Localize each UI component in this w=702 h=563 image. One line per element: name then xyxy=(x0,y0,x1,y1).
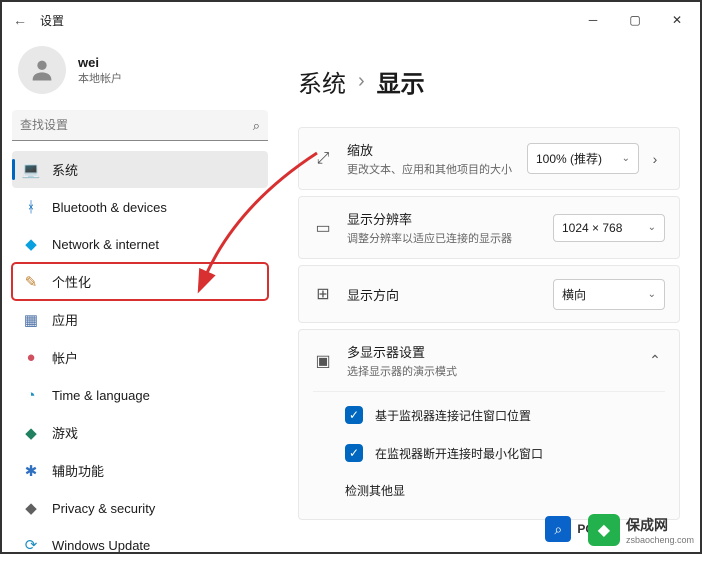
sidebar-item-3[interactable]: ✎ 个性化 xyxy=(12,263,268,300)
avatar xyxy=(18,46,66,94)
sidebar-item-4[interactable]: ▦ 应用 xyxy=(12,301,268,338)
nav-label: Windows Update xyxy=(52,538,150,553)
nav-icon: ◆ xyxy=(22,499,40,517)
nav-label: Privacy & security xyxy=(52,501,155,516)
nav-icon: ◆ xyxy=(22,235,40,253)
orientation-icon: ⊞ xyxy=(313,284,333,304)
multi-sub: 选择显示器的演示模式 xyxy=(347,363,631,379)
person-icon xyxy=(28,56,56,84)
nav-label: 辅助功能 xyxy=(52,461,104,480)
search-input[interactable] xyxy=(12,110,268,141)
nav-icon: ✱ xyxy=(22,462,40,480)
minimize-button[interactable]: ─ xyxy=(572,4,614,36)
search-container: ⌕ xyxy=(12,110,268,141)
nav-label: 个性化 xyxy=(52,272,91,291)
scale-sub: 更改文本、应用和其他项目的大小 xyxy=(347,161,513,177)
nav-label: 帐户 xyxy=(52,348,78,367)
resolution-card[interactable]: ▭ 显示分辨率 调整分辨率以适应已连接的显示器 1024 × 768 ⌄ xyxy=(298,196,680,259)
titlebar: ← 设置 ─ ▢ ✕ xyxy=(0,0,702,40)
breadcrumb: 系统 › 显示 xyxy=(298,64,680,99)
nav-icon: ⟳ xyxy=(22,536,40,554)
sidebar-item-6[interactable]: ◔ Time & language xyxy=(12,377,268,413)
nav-list: 💻 系统 ᚼ Bluetooth & devices ◆ Network & intern… xyxy=(12,151,268,563)
multi-title: 多显示器设置 xyxy=(347,342,631,361)
window-title: 设置 xyxy=(40,12,64,29)
nav-label: 游戏 xyxy=(52,423,78,442)
search-icon: ⌕ xyxy=(253,118,260,134)
multi-display-icon: ▣ xyxy=(313,351,333,371)
nav-label: 系统 xyxy=(52,160,78,179)
sidebar-item-7[interactable]: ◆ 游戏 xyxy=(12,414,268,451)
nav-label: Time & language xyxy=(52,388,150,403)
orientation-dropdown[interactable]: 横向 ⌄ xyxy=(553,279,665,310)
nav-label: Bluetooth & devices xyxy=(52,200,167,215)
sidebar-item-2[interactable]: ◆ Network & internet xyxy=(12,226,268,262)
scale-dropdown[interactable]: 100% (推荐) ⌄ xyxy=(527,143,639,174)
remember-position-option[interactable]: ✓ 基于监视器连接记住窗口位置 xyxy=(313,396,665,434)
shield-icon: ◆ xyxy=(588,514,620,546)
resolution-icon: ▭ xyxy=(313,218,333,238)
nav-icon: ▦ xyxy=(22,311,40,329)
minimize-on-disconnect-option[interactable]: ✓ 在监视器断开连接时最小化窗口 xyxy=(313,434,665,472)
multi-display-card: ▣ 多显示器设置 选择显示器的演示模式 ⌃ ✓ 基于监视器连接记住窗口位置 ✓ … xyxy=(298,329,680,520)
resolution-dropdown[interactable]: 1024 × 768 ⌄ xyxy=(553,214,665,242)
watermark: ◆ 保成网 zsbaocheng.com xyxy=(588,514,694,546)
multi-display-header[interactable]: ▣ 多显示器设置 选择显示器的演示模式 ⌃ xyxy=(313,342,665,379)
breadcrumb-parent[interactable]: 系统 xyxy=(298,64,346,99)
sidebar-item-8[interactable]: ✱ 辅助功能 xyxy=(12,452,268,489)
user-name: wei xyxy=(78,55,122,70)
chevron-down-icon: ⌄ xyxy=(648,222,656,233)
orientation-card[interactable]: ⊞ 显示方向 横向 ⌄ xyxy=(298,265,680,323)
nav-label: 应用 xyxy=(52,310,78,329)
checkbox-checked-icon[interactable]: ✓ xyxy=(345,444,363,462)
maximize-button[interactable]: ▢ xyxy=(614,4,656,36)
close-button[interactable]: ✕ xyxy=(656,4,698,36)
resolution-title: 显示分辨率 xyxy=(347,209,539,228)
sidebar-item-1[interactable]: ᚼ Bluetooth & devices xyxy=(12,189,268,225)
nav-icon: ◆ xyxy=(22,424,40,442)
main-content: 系统 › 显示 ⤢ 缩放 更改文本、应用和其他项目的大小 100% (推荐) ⌄… xyxy=(280,40,702,554)
orientation-title: 显示方向 xyxy=(347,285,539,304)
sidebar-item-5[interactable]: ● 帐户 xyxy=(12,339,268,376)
user-type: 本地帐户 xyxy=(78,70,122,86)
chevron-down-icon: ⌄ xyxy=(622,153,630,164)
nav-icon: ᚼ xyxy=(22,198,40,216)
scale-expand[interactable]: › xyxy=(645,151,665,167)
pc-badge: ⌕ PC xyxy=(545,516,594,542)
scale-title: 缩放 xyxy=(347,140,513,159)
user-profile[interactable]: wei 本地帐户 xyxy=(12,40,268,108)
window-controls: ─ ▢ ✕ xyxy=(572,4,698,36)
search-square-icon: ⌕ xyxy=(545,516,571,542)
sidebar: wei 本地帐户 ⌕ 💻 系统 ᚼ Bluetooth & devices ◆ Netwo… xyxy=(0,40,280,554)
nav-icon: ✎ xyxy=(22,273,40,291)
nav-icon: ● xyxy=(22,349,40,367)
back-button[interactable]: ← xyxy=(4,12,36,28)
breadcrumb-current: 显示 xyxy=(377,64,425,99)
chevron-right-icon: › xyxy=(358,70,365,93)
sidebar-item-10[interactable]: ⟳ Windows Update xyxy=(12,527,268,563)
chevron-down-icon: ⌄ xyxy=(648,289,656,300)
sidebar-item-9[interactable]: ◆ Privacy & security xyxy=(12,490,268,526)
scale-card[interactable]: ⤢ 缩放 更改文本、应用和其他项目的大小 100% (推荐) ⌄ › xyxy=(298,127,680,190)
checkbox-checked-icon[interactable]: ✓ xyxy=(345,406,363,424)
nav-icon: 💻 xyxy=(22,161,40,179)
resolution-sub: 调整分辨率以适应已连接的显示器 xyxy=(347,230,539,246)
nav-label: Network & internet xyxy=(52,237,159,252)
sidebar-item-0[interactable]: 💻 系统 xyxy=(12,151,268,188)
scale-icon: ⤢ xyxy=(313,150,333,168)
detect-display-row[interactable]: 检测其他显 xyxy=(313,472,665,507)
nav-icon: ◔ xyxy=(22,386,40,404)
collapse-icon[interactable]: ⌃ xyxy=(645,352,665,369)
